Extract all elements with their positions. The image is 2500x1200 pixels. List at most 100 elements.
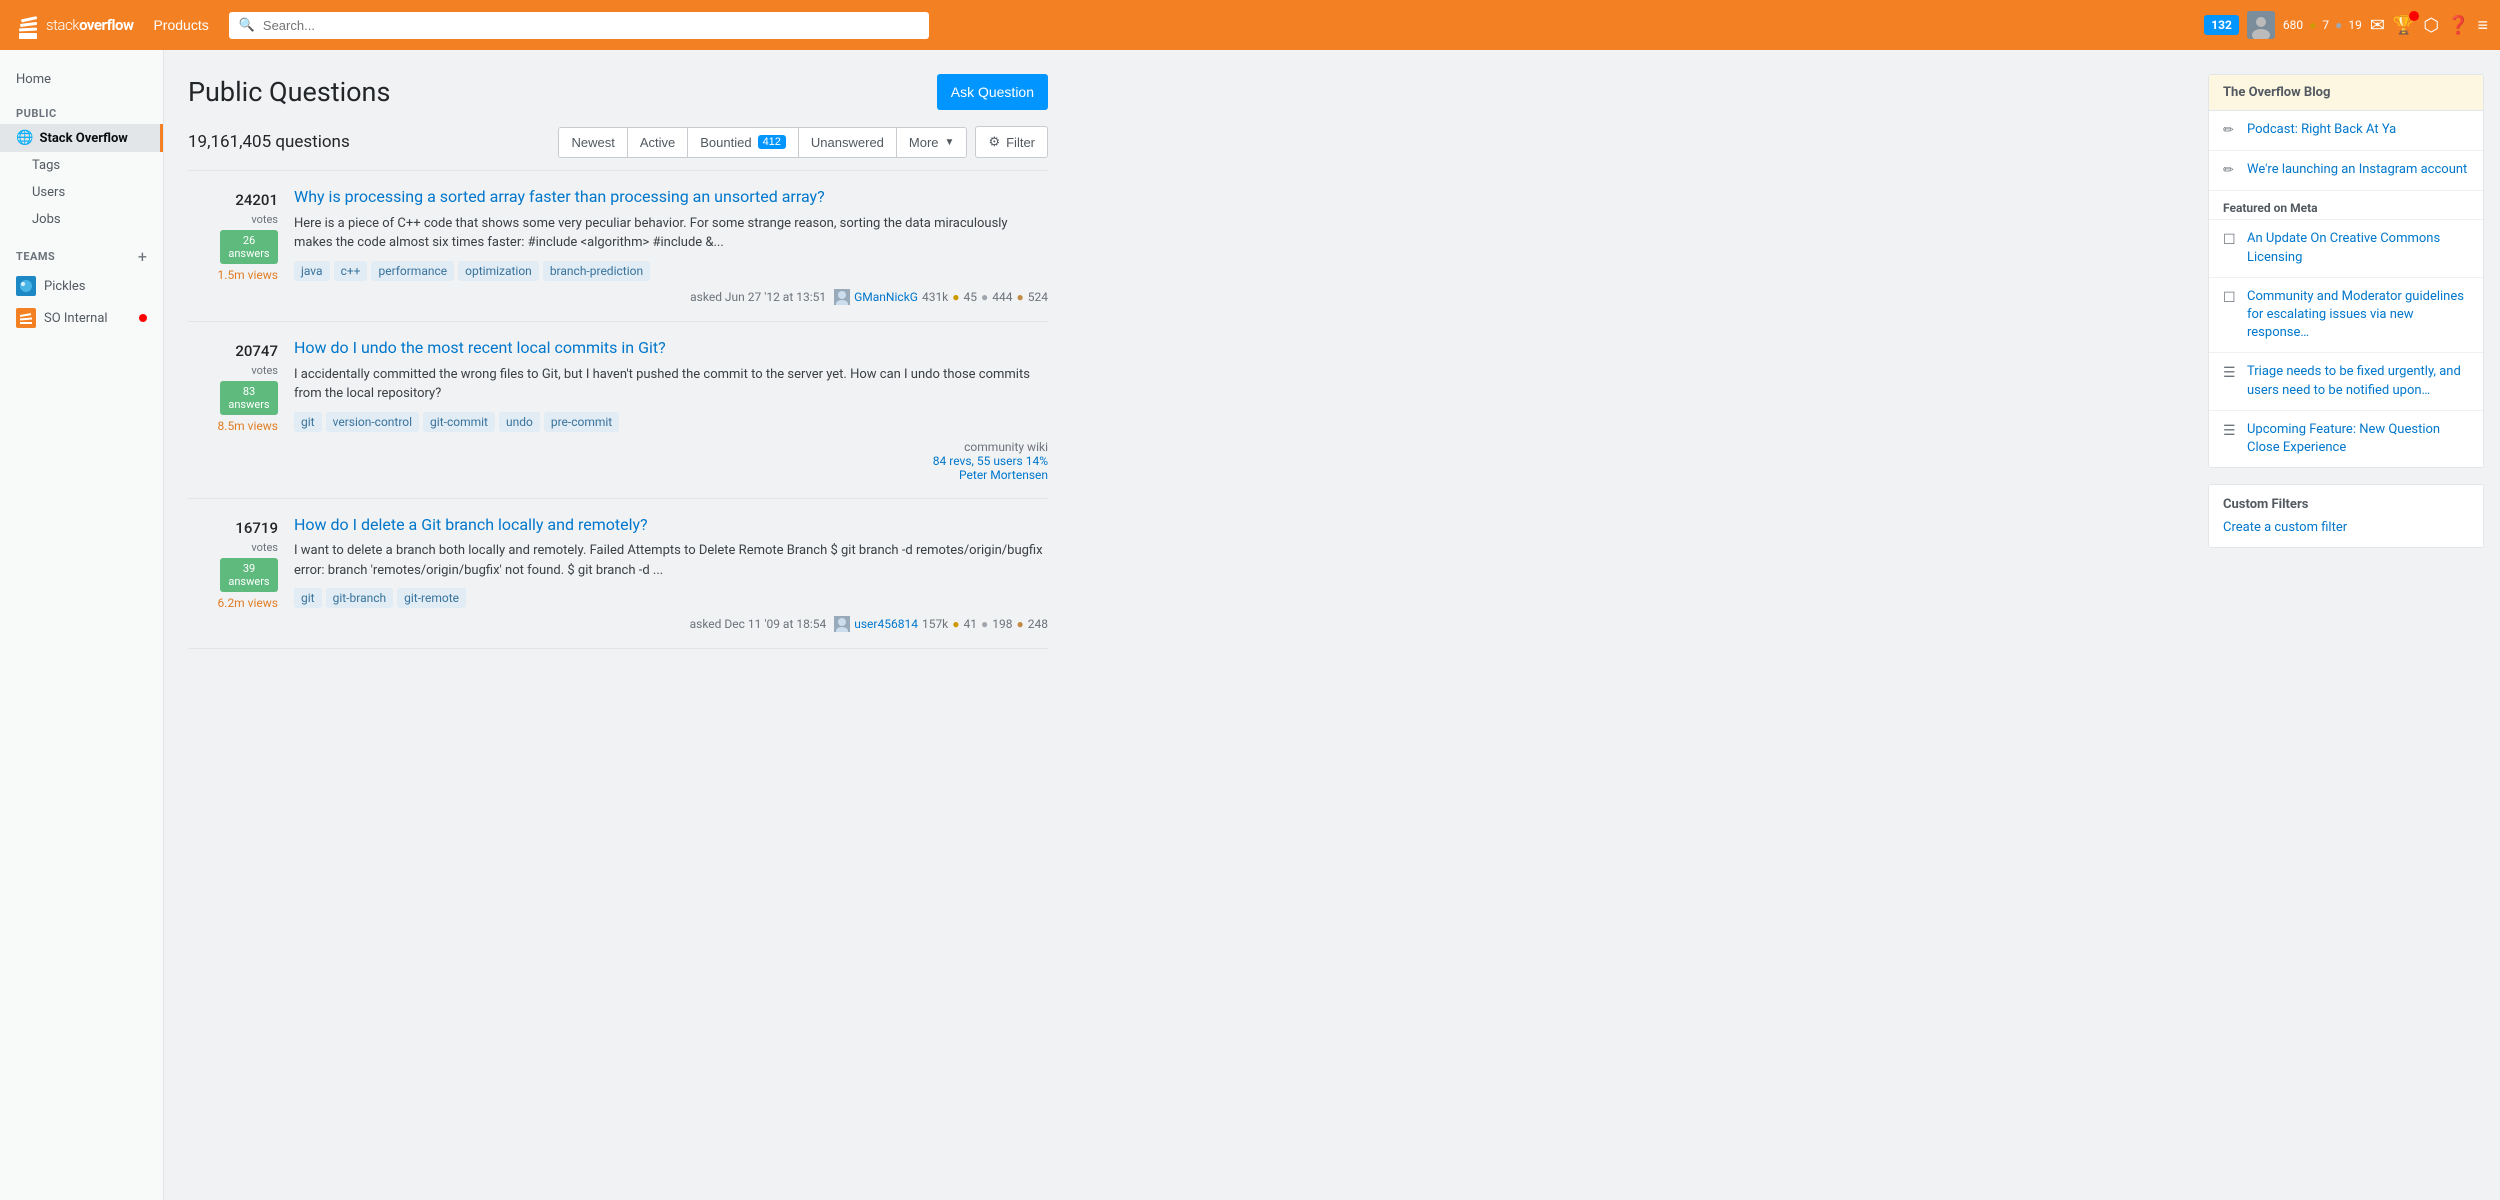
questions-count: 19,161,405 questions <box>188 132 350 152</box>
filter-bountied[interactable]: Bountied 412 <box>688 128 799 157</box>
blog-link-podcast[interactable]: Podcast: Right Back At Ya <box>2247 121 2396 139</box>
silver-count: 19 <box>2348 18 2362 32</box>
tag-optimization[interactable]: optimization <box>458 261 539 281</box>
gear-icon: ⚙ <box>988 134 1000 150</box>
tag-git[interactable]: git <box>294 412 322 432</box>
answers-label-text: answers <box>227 247 271 260</box>
tag-branch-prediction[interactable]: branch-prediction <box>543 261 650 281</box>
sidebar-item-tags[interactable]: Tags <box>0 152 163 179</box>
products-button[interactable]: Products <box>145 11 216 39</box>
tag-pre-commit[interactable]: pre-commit <box>544 412 619 432</box>
question-body: Why is processing a sorted array faster … <box>294 187 1048 305</box>
asked-info: asked Jun 27 '12 at 13:51 <box>690 290 826 304</box>
questions-list: 24201 votes 26 answers 1.5m views Why is… <box>188 170 1048 649</box>
silver-dot: ● <box>2335 18 2342 32</box>
user-rep: 680 <box>2283 18 2303 32</box>
sidebar-item-jobs[interactable]: Jobs <box>0 206 163 233</box>
teams-add-icon[interactable]: + <box>138 247 155 266</box>
filter-unanswered[interactable]: Unanswered <box>799 128 897 157</box>
search-input[interactable] <box>263 18 919 33</box>
right-sidebar: The Overflow Blog ✏ Podcast: Right Back … <box>2200 50 2500 1200</box>
sidebar-item-users[interactable]: Users <box>0 179 163 206</box>
sidebar-item-home[interactable]: Home <box>0 66 163 93</box>
inbox-icon[interactable]: ✉ <box>2370 15 2385 36</box>
sidebar: Home PUBLIC 🌐 Stack Overflow Tags Users … <box>0 50 164 1200</box>
create-filter-link[interactable]: Create a custom filter <box>2223 520 2347 535</box>
pencil-icon: ✏ <box>2223 122 2239 140</box>
avatar[interactable] <box>2247 11 2275 39</box>
user-info: 680 ● 7 ● 19 <box>2283 18 2362 32</box>
nav-menu-icon[interactable]: ≡ <box>2477 15 2488 36</box>
tag-java[interactable]: java <box>294 261 330 281</box>
search-container: 🔍 <box>229 12 929 39</box>
meta-link-4[interactable]: Upcoming Feature: New Question Close Exp… <box>2247 421 2469 457</box>
table-row: 16719 votes 39 answers 6.2m views How do… <box>188 499 1048 650</box>
so-internal-avatar <box>16 308 36 328</box>
filter-button[interactable]: ⚙ Filter <box>975 126 1048 158</box>
tag-undo[interactable]: undo <box>499 412 540 432</box>
user-gold-count: 41 <box>964 617 978 631</box>
user-link[interactable]: GManNickG <box>854 290 918 304</box>
question-title[interactable]: How do I delete a Git branch locally and… <box>294 515 1048 536</box>
question-title[interactable]: How do I undo the most recent local comm… <box>294 338 1048 359</box>
filter-active[interactable]: Active <box>628 128 688 157</box>
answers-badge: 83 answers <box>220 381 278 415</box>
globe-icon: 🌐 <box>16 130 33 146</box>
sidebar-so-inner: 🌐 Stack Overflow <box>16 130 152 146</box>
question-footer: asked Jun 27 '12 at 13:51 GManNickG 43 <box>294 289 1048 305</box>
tag-version-control[interactable]: version-control <box>326 412 419 432</box>
answer-count: 39 <box>227 562 271 575</box>
sidebar-item-pickles[interactable]: Pickles <box>0 270 163 302</box>
votes-label: votes <box>251 364 278 377</box>
list-item: ☰ Triage needs to be fixed urgently, and… <box>2209 353 2483 410</box>
tag-git-branch[interactable]: git-branch <box>326 588 394 608</box>
tag-performance[interactable]: performance <box>371 261 454 281</box>
user-link[interactable]: Peter Mortensen <box>959 468 1048 482</box>
sidebar-item-stackoverflow[interactable]: 🌐 Stack Overflow <box>0 124 163 152</box>
list-item: ☐ An Update On Creative Commons Licensin… <box>2209 220 2483 277</box>
review-icon[interactable]: ⬡ <box>2423 15 2439 36</box>
achievements-icon[interactable]: 🏆 <box>2393 15 2415 36</box>
tag-git-commit[interactable]: git-commit <box>423 412 495 432</box>
answers-label-text: answers <box>227 398 271 411</box>
search-icon: 🔍 <box>239 18 255 33</box>
votes-label: votes <box>251 213 278 226</box>
lines-icon-1: ☰ <box>2223 364 2239 384</box>
help-icon[interactable]: ❓ <box>2447 15 2469 36</box>
sidebar-public-label: PUBLIC <box>0 93 163 124</box>
filter-label: Filter <box>1006 135 1035 150</box>
question-title[interactable]: Why is processing a sorted array faster … <box>294 187 1048 208</box>
so-internal-icon <box>16 308 36 328</box>
views-count: 6.2m views <box>218 596 278 610</box>
user-rep-num: 157k <box>922 617 948 631</box>
meta-link-2[interactable]: Community and Moderator guidelines for e… <box>2247 288 2469 343</box>
question-stats: 20747 votes 83 answers 8.5m views <box>188 338 278 482</box>
tag-git-remote[interactable]: git-remote <box>397 588 466 608</box>
vote-count: 20747 <box>235 342 278 360</box>
sidebar-item-so-internal[interactable]: SO Internal <box>0 302 163 334</box>
user-gold-dot: ● <box>952 617 959 631</box>
logo-overflow: overflow <box>79 16 133 34</box>
tag-git2[interactable]: git <box>294 588 322 608</box>
meta-link-3[interactable]: Triage needs to be fixed urgently, and u… <box>2247 363 2469 399</box>
list-item: ✏ Podcast: Right Back At Ya <box>2209 111 2483 151</box>
community-wiki-info: community wiki 84 revs, 55 users 14% Pet… <box>933 440 1048 482</box>
page-layout: Home PUBLIC 🌐 Stack Overflow Tags Users … <box>0 50 2500 1200</box>
logo-svg <box>16 13 40 41</box>
ask-question-button[interactable]: Ask Question <box>937 74 1048 110</box>
community-wiki-revisions[interactable]: 84 revs, 55 users 14% <box>933 454 1048 468</box>
question-tags: git git-branch git-remote <box>294 588 1048 608</box>
pickles-icon <box>16 276 36 296</box>
answer-count: 26 <box>227 234 271 247</box>
filter-more[interactable]: More ▼ <box>897 128 967 157</box>
tag-cpp[interactable]: c++ <box>334 261 368 281</box>
user-card: GManNickG 431k ● 45 ● 444 ● 524 <box>834 289 1048 305</box>
meta-link-1[interactable]: An Update On Creative Commons Licensing <box>2247 230 2469 266</box>
filter-tabs: Newest Active Bountied 412 Unanswered Mo… <box>558 127 967 158</box>
logo-text: stackoverflow <box>46 16 133 34</box>
user-link[interactable]: user456814 <box>854 617 918 631</box>
site-logo[interactable]: stackoverflow <box>12 9 133 41</box>
filter-newest[interactable]: Newest <box>559 128 627 157</box>
questions-meta: 19,161,405 questions Newest Active Bount… <box>188 126 1048 158</box>
blog-link-instagram[interactable]: We're launching an Instagram account <box>2247 161 2467 179</box>
